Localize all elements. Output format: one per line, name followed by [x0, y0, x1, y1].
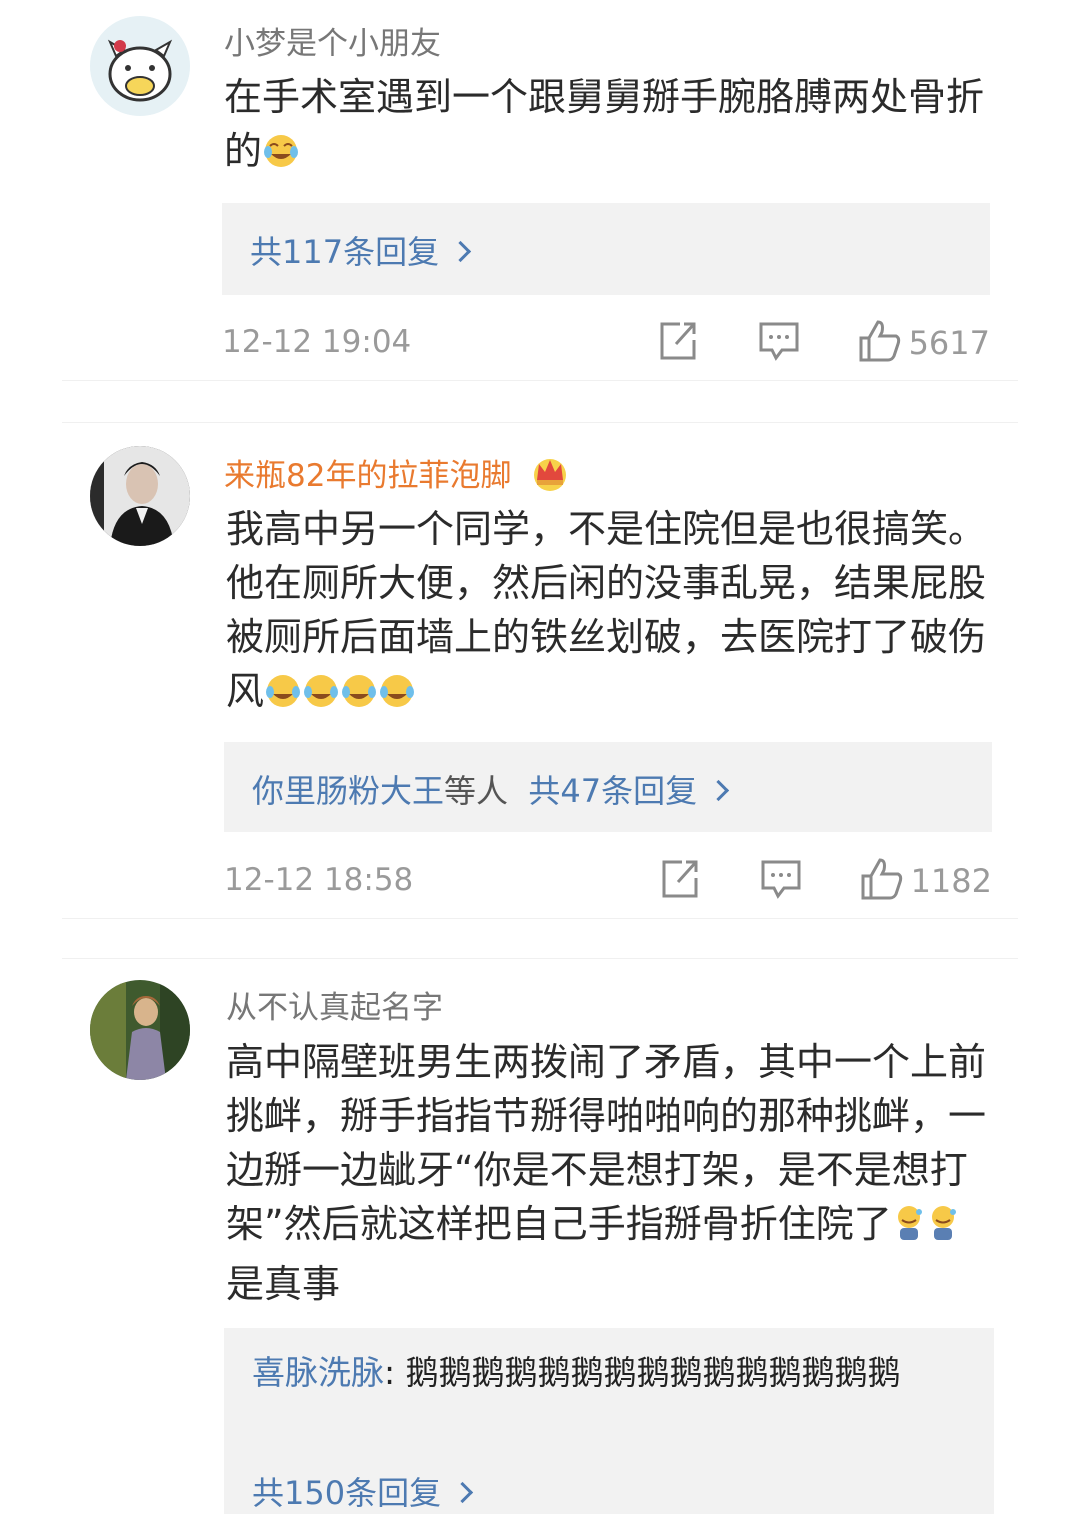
crown-icon — [531, 456, 569, 500]
username[interactable]: 从不认真起名字 — [226, 982, 443, 1027]
view-replies-link[interactable]: 共150条回复 — [252, 1468, 474, 1514]
comment-text: 高中隔壁班男生两拨闹了矛盾，其中一个上前挑衅，掰手指指节掰得啪啪响的那种挑衅，一… — [226, 1035, 996, 1311]
sweat-emoji — [892, 1203, 926, 1257]
laugh-cry-emoji-group — [264, 669, 416, 713]
like-count: 5617 — [908, 324, 990, 362]
username-text: 来瓶82年的拉菲泡脚 — [224, 458, 512, 494]
chevron-right-icon — [449, 240, 472, 263]
reply-users[interactable]: 你里肠粉大王 — [252, 772, 444, 810]
reply-snippet-text: : 鹅鹅鹅鹅鹅鹅鹅鹅鹅鹅鹅鹅鹅鹅鹅 — [384, 1353, 901, 1392]
avatar[interactable] — [90, 16, 190, 116]
replies-count: 共150条回复 — [252, 1474, 442, 1512]
reply-box[interactable]: 喜脉洗脉: 鹅鹅鹅鹅鹅鹅鹅鹅鹅鹅鹅鹅鹅鹅鹅 共150条回复 — [224, 1328, 994, 1514]
reply-box[interactable]: 共117条回复 — [222, 203, 990, 295]
view-replies-link[interactable]: 你里肠粉大王等人 共47条回复 — [252, 766, 730, 812]
comment-text-content: 在手术室遇到一个跟舅舅掰手腕胳膊两处骨折的 — [224, 75, 985, 173]
divider — [62, 380, 1018, 381]
replies-count: 共47条回复 — [528, 772, 698, 810]
comment-footer: 12-12 19:04 5617 — [222, 318, 990, 368]
like-count: 1182 — [910, 862, 992, 900]
username[interactable]: 来瓶82年的拉菲泡脚 — [224, 450, 569, 500]
reply-snippet: 喜脉洗脉: 鹅鹅鹅鹅鹅鹅鹅鹅鹅鹅鹅鹅鹅鹅鹅 — [252, 1350, 952, 1396]
divider — [62, 918, 1018, 919]
comment-feed: 小梦是个小朋友 在手术室遇到一个跟舅舅掰手腕胳膊两处骨折的 共117条回复 12… — [0, 0, 1066, 1514]
comment-text: 我高中另一个同学，不是住院但是也很搞笑。他在厕所大便，然后闲的没事乱晃，结果屁股… — [226, 502, 996, 724]
avatar[interactable] — [90, 980, 190, 1080]
comment-icon[interactable] — [758, 318, 800, 366]
comment-text-tail: 是真事 — [226, 1262, 341, 1306]
view-replies-link[interactable]: 共117条回复 — [250, 227, 472, 273]
chevron-right-icon — [708, 779, 730, 802]
laugh-cry-emoji — [340, 670, 378, 724]
laugh-cry-emoji — [262, 130, 300, 184]
divider — [62, 958, 1018, 959]
like-icon[interactable] — [860, 856, 904, 904]
comment-footer: 12-12 18:58 1182 — [224, 856, 992, 906]
timestamp: 12-12 18:58 — [224, 862, 414, 898]
avatar[interactable] — [90, 446, 190, 546]
reply-snippet-user[interactable]: 喜脉洗脉 — [252, 1353, 384, 1392]
reply-others-label: 等人 — [444, 772, 509, 810]
sweat-emoji — [926, 1203, 960, 1257]
laugh-cry-emoji — [264, 670, 302, 724]
timestamp: 12-12 19:04 — [222, 324, 412, 360]
chevron-right-icon — [451, 1481, 474, 1504]
share-icon[interactable] — [658, 318, 698, 366]
laugh-cry-emoji — [378, 670, 416, 724]
like-icon[interactable] — [858, 318, 902, 366]
username[interactable]: 小梦是个小朋友 — [224, 18, 441, 63]
comment-text: 在手术室遇到一个跟舅舅掰手腕胳膊两处骨折的 — [224, 70, 994, 184]
comment-icon[interactable] — [760, 856, 802, 904]
laugh-cry-emoji — [302, 670, 340, 724]
comment-text-content: 高中隔壁班男生两拨闹了矛盾，其中一个上前挑衅，掰手指指节掰得啪啪响的那种挑衅，一… — [226, 1040, 987, 1246]
divider — [62, 422, 1018, 423]
reply-box[interactable]: 你里肠粉大王等人 共47条回复 — [224, 742, 992, 832]
share-icon[interactable] — [660, 856, 700, 904]
replies-count: 共117条回复 — [250, 233, 440, 271]
